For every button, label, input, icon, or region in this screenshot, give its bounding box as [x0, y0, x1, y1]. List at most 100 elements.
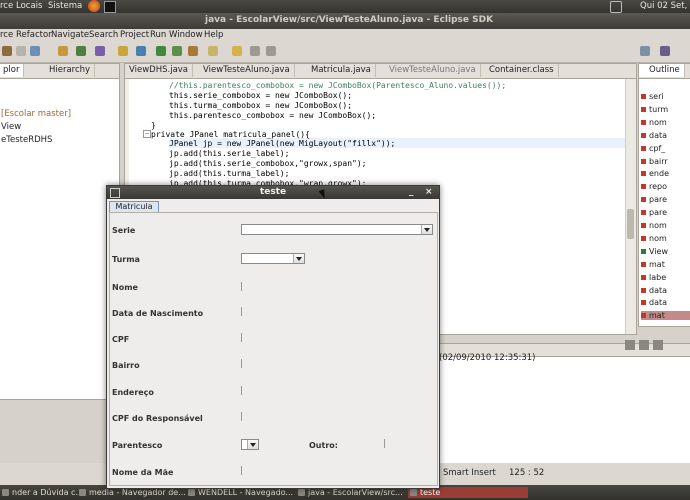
menu-item-help[interactable]: Help	[204, 30, 223, 40]
menu-item-project[interactable]: Project	[120, 30, 149, 40]
outro-field[interactable]	[384, 439, 385, 448]
debug-icon[interactable]	[172, 46, 182, 56]
toolbar-icon-13[interactable]	[232, 46, 242, 56]
fold-icon[interactable]: −	[143, 130, 151, 138]
explorer-item-project[interactable]: [Escolar master]	[1, 109, 71, 119]
toolbar-icon-4[interactable]	[58, 46, 68, 56]
outline-item[interactable]: bairr	[641, 157, 668, 166]
tab-container-class[interactable]: Container.class	[485, 64, 559, 77]
toolbar-icon-12[interactable]	[208, 46, 218, 56]
clock[interactable]: Qui 02 Set,	[640, 1, 687, 11]
top-menu-1[interactable]: rce	[0, 1, 13, 11]
code-line-10[interactable]: jp.add(this.turma_label);	[169, 169, 289, 178]
parentesco-combobox[interactable]	[241, 439, 259, 450]
code-line-1[interactable]: //this.parentesco_combobox = new JComboB…	[169, 81, 506, 90]
dialog-title-bar: teste _ ×	[107, 186, 439, 199]
menu-item-run[interactable]: Run	[150, 30, 166, 40]
outline-item[interactable]: View	[641, 247, 668, 256]
toolbar-icon-6[interactable]	[95, 46, 105, 56]
bairro-field[interactable]	[241, 359, 242, 368]
outline-item-label: data	[649, 285, 668, 295]
nome-mae-field[interactable]	[241, 466, 242, 475]
explorer-item-testerdhs[interactable]: eTesteRDHS	[1, 135, 52, 145]
menu-bar: rce Refactor Navigate Search Project Run…	[0, 29, 690, 42]
code-line-3[interactable]: this.turma_combobox = new JComboBox();	[169, 101, 352, 110]
outline-item[interactable]: ende	[641, 169, 669, 178]
label-data-nascimento: Data de Nascimento	[112, 309, 204, 318]
menu-item-window[interactable]: Window	[169, 30, 203, 40]
editor-scrollbar[interactable]	[625, 79, 636, 334]
outline-item[interactable]: data	[641, 131, 667, 140]
toolbar-icon-11[interactable]	[188, 46, 198, 56]
toolbar-icon-2[interactable]	[16, 46, 26, 56]
toolbar-icon-8[interactable]	[136, 46, 146, 56]
code-line-9[interactable]: jp.add(this.serie_combobox,"growx,span")…	[169, 159, 366, 168]
console-toolbar-icon-1[interactable]	[625, 340, 635, 350]
outline-item[interactable]: nom	[641, 118, 667, 127]
run-icon[interactable]	[156, 46, 166, 56]
field-icon	[641, 171, 646, 177]
tab-hierarchy[interactable]: Hierarchy	[45, 64, 96, 77]
minimize-icon[interactable]: _	[409, 186, 414, 199]
cpf-responsavel-field[interactable]	[241, 412, 242, 421]
perspective-icon[interactable]	[640, 46, 650, 56]
outline-item[interactable]: labe	[641, 273, 666, 282]
tab-viewtestealuno-2[interactable]: ViewTesteAluno.java	[385, 64, 481, 77]
tab-viewtestealuno[interactable]: ViewTesteAluno.java	[199, 64, 295, 77]
tab-package-explorer[interactable]: plor	[0, 64, 25, 77]
endereco-field[interactable]	[241, 386, 242, 395]
close-icon[interactable]: ×	[425, 186, 433, 199]
forward-icon[interactable]	[266, 46, 276, 56]
menu-item-search[interactable]: Search	[89, 30, 118, 40]
tab-outline[interactable]: Outline	[639, 64, 685, 77]
outline-item-label: nom	[649, 233, 667, 243]
outline-item[interactable]: cpf_	[641, 144, 665, 153]
back-icon[interactable]	[250, 46, 260, 56]
turma-combobox[interactable]	[241, 253, 305, 264]
outline-item[interactable]: data	[641, 298, 667, 307]
explorer-item-view[interactable]: View	[1, 122, 21, 132]
code-line-8[interactable]: jp.add(this.serie_label);	[169, 149, 289, 158]
firefox-icon[interactable]	[88, 0, 100, 12]
top-menu-locais[interactable]: Locais	[16, 1, 42, 11]
outline-item[interactable]: repo	[641, 182, 667, 191]
outline-item-label: pare	[649, 208, 668, 218]
menu-item-source[interactable]: rce	[0, 30, 13, 40]
outline-item[interactable]: mat	[641, 260, 665, 269]
nome-field[interactable]	[241, 282, 242, 291]
field-icon	[641, 158, 646, 164]
outline-item[interactable]: pare	[641, 208, 667, 217]
console-toolbar-icon-3[interactable]	[653, 340, 663, 350]
outline-item[interactable]: nom	[641, 221, 667, 230]
menu-item-refactor[interactable]: Refactor	[16, 30, 52, 40]
outline-item[interactable]: data	[641, 286, 667, 295]
data-nascimento-field[interactable]	[241, 307, 242, 316]
toolbar-icon-5[interactable]	[76, 46, 86, 56]
toolbar-icon-1[interactable]	[2, 46, 12, 56]
top-menu-sistema[interactable]: Sistema	[48, 1, 82, 11]
console-toolbar-icon-2[interactable]	[639, 340, 649, 350]
task-item-1[interactable]: nder a Dúvida c...	[0, 487, 82, 498]
outline-item[interactable]: nom	[641, 234, 667, 243]
toolbar-icon-3[interactable]	[30, 46, 40, 56]
outline-item[interactable]: pare	[641, 195, 667, 204]
code-line-5[interactable]: }	[151, 121, 156, 130]
scrollbar-thumb[interactable]	[627, 209, 634, 239]
serie-combobox[interactable]	[241, 224, 433, 235]
terminal-icon[interactable]	[104, 1, 116, 13]
tab-matricula[interactable]: Matricula.java	[307, 64, 376, 77]
toolbar-icon-7[interactable]	[118, 46, 128, 56]
code-line-6[interactable]: private JPanel matricula_panel(){	[151, 130, 310, 139]
tab-matricula-dialog[interactable]: Matricula	[109, 201, 159, 212]
code-line-2[interactable]: this.serie_combobox = new JComboBox();	[169, 91, 352, 100]
cpf-field[interactable]	[241, 333, 242, 342]
java-perspective-icon[interactable]	[660, 46, 670, 56]
code-line-7[interactable]: JPanel jp = new JPanel(new MigLayout("fi…	[169, 139, 395, 148]
outline-item[interactable]: turm	[641, 105, 668, 114]
menu-item-navigate[interactable]: Navigate	[51, 30, 89, 40]
code-line-4[interactable]: this.parentesco_combobox = new JComboBox…	[169, 111, 376, 120]
outline-item[interactable]: mat	[641, 311, 690, 321]
mail-icon[interactable]	[610, 1, 622, 13]
outline-item[interactable]: seri	[641, 92, 664, 101]
tab-viewdhs[interactable]: ViewDHS.java	[125, 64, 194, 77]
